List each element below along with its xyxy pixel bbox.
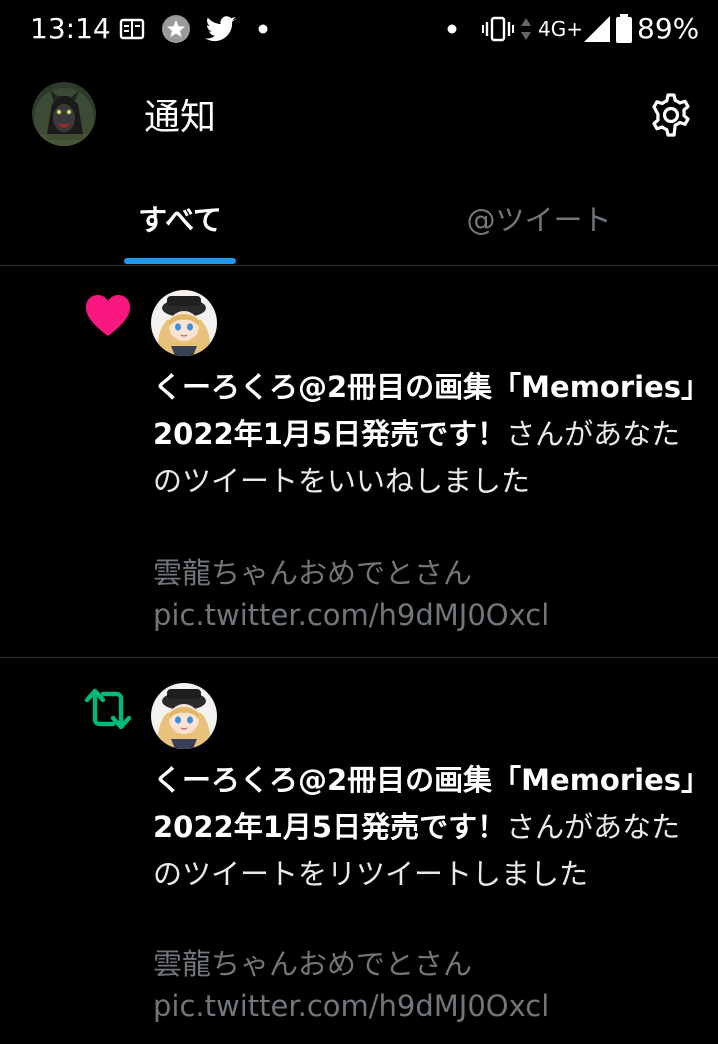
notification-message: くーろくろ@2冊目の画集「Memories」2022年1月5日発売です！さんがあ…: [153, 757, 698, 898]
battery-icon: [614, 14, 634, 44]
notification-item[interactable]: くーろくろ@2冊目の画集「Memories」2022年1月5日発売です！さんがあ…: [0, 659, 718, 1044]
tweet-preview[interactable]: 雲龍ちゃんおめでとさん pic.twitter.com/h9dMJ0Oxcl: [153, 943, 698, 1027]
twitter-bird-icon: [204, 14, 238, 44]
heart-icon: [82, 290, 134, 342]
tweet-preview-text: 雲龍ちゃんおめでとさん: [153, 556, 473, 590]
notification-message: くーろくろ@2冊目の画集「Memories」2022年1月5日発売です！さんがあ…: [153, 364, 698, 505]
notifications-screen: 13:14 4G+ 89% 通知 すべて @ツイート くーろくろ@2冊目の画集「…: [0, 0, 718, 1044]
avatar[interactable]: [32, 82, 96, 146]
status-time: 13:14: [30, 12, 111, 45]
tweet-preview-text: 雲龍ちゃんおめでとさん: [153, 947, 473, 981]
status-bar: 13:14 4G+ 89%: [0, 0, 718, 58]
gear-icon[interactable]: [648, 92, 694, 138]
page-title: 通知: [144, 97, 217, 138]
dot-icon: [444, 14, 460, 44]
star-badge-icon: [160, 14, 192, 44]
tab-all[interactable]: すべて: [0, 170, 360, 266]
app-header: 通知: [0, 58, 718, 170]
notification-item[interactable]: くーろくろ@2冊目の画集「Memories」2022年1月5日発売です！さんがあ…: [0, 266, 718, 658]
tweet-preview[interactable]: 雲龍ちゃんおめでとさん pic.twitter.com/h9dMJ0Oxcl: [153, 552, 698, 636]
tab-mentions[interactable]: @ツイート: [360, 170, 718, 266]
signal-icon: [582, 14, 612, 44]
vibrate-icon: [482, 14, 514, 44]
avatar[interactable]: [151, 683, 217, 749]
tweet-preview-link[interactable]: pic.twitter.com/h9dMJ0Oxcl: [153, 594, 698, 636]
data-arrows-icon: [518, 14, 534, 44]
retweet-icon: [82, 683, 134, 735]
tab-bar: すべて @ツイート: [0, 170, 718, 266]
network-type: 4G+: [538, 17, 583, 41]
battery-percent: 89%: [637, 12, 700, 45]
avatar[interactable]: [151, 290, 217, 356]
book-icon: [118, 14, 146, 44]
tweet-preview-link[interactable]: pic.twitter.com/h9dMJ0Oxcl: [153, 985, 698, 1027]
active-tab-indicator: [124, 258, 236, 264]
dot-icon: [256, 14, 270, 44]
